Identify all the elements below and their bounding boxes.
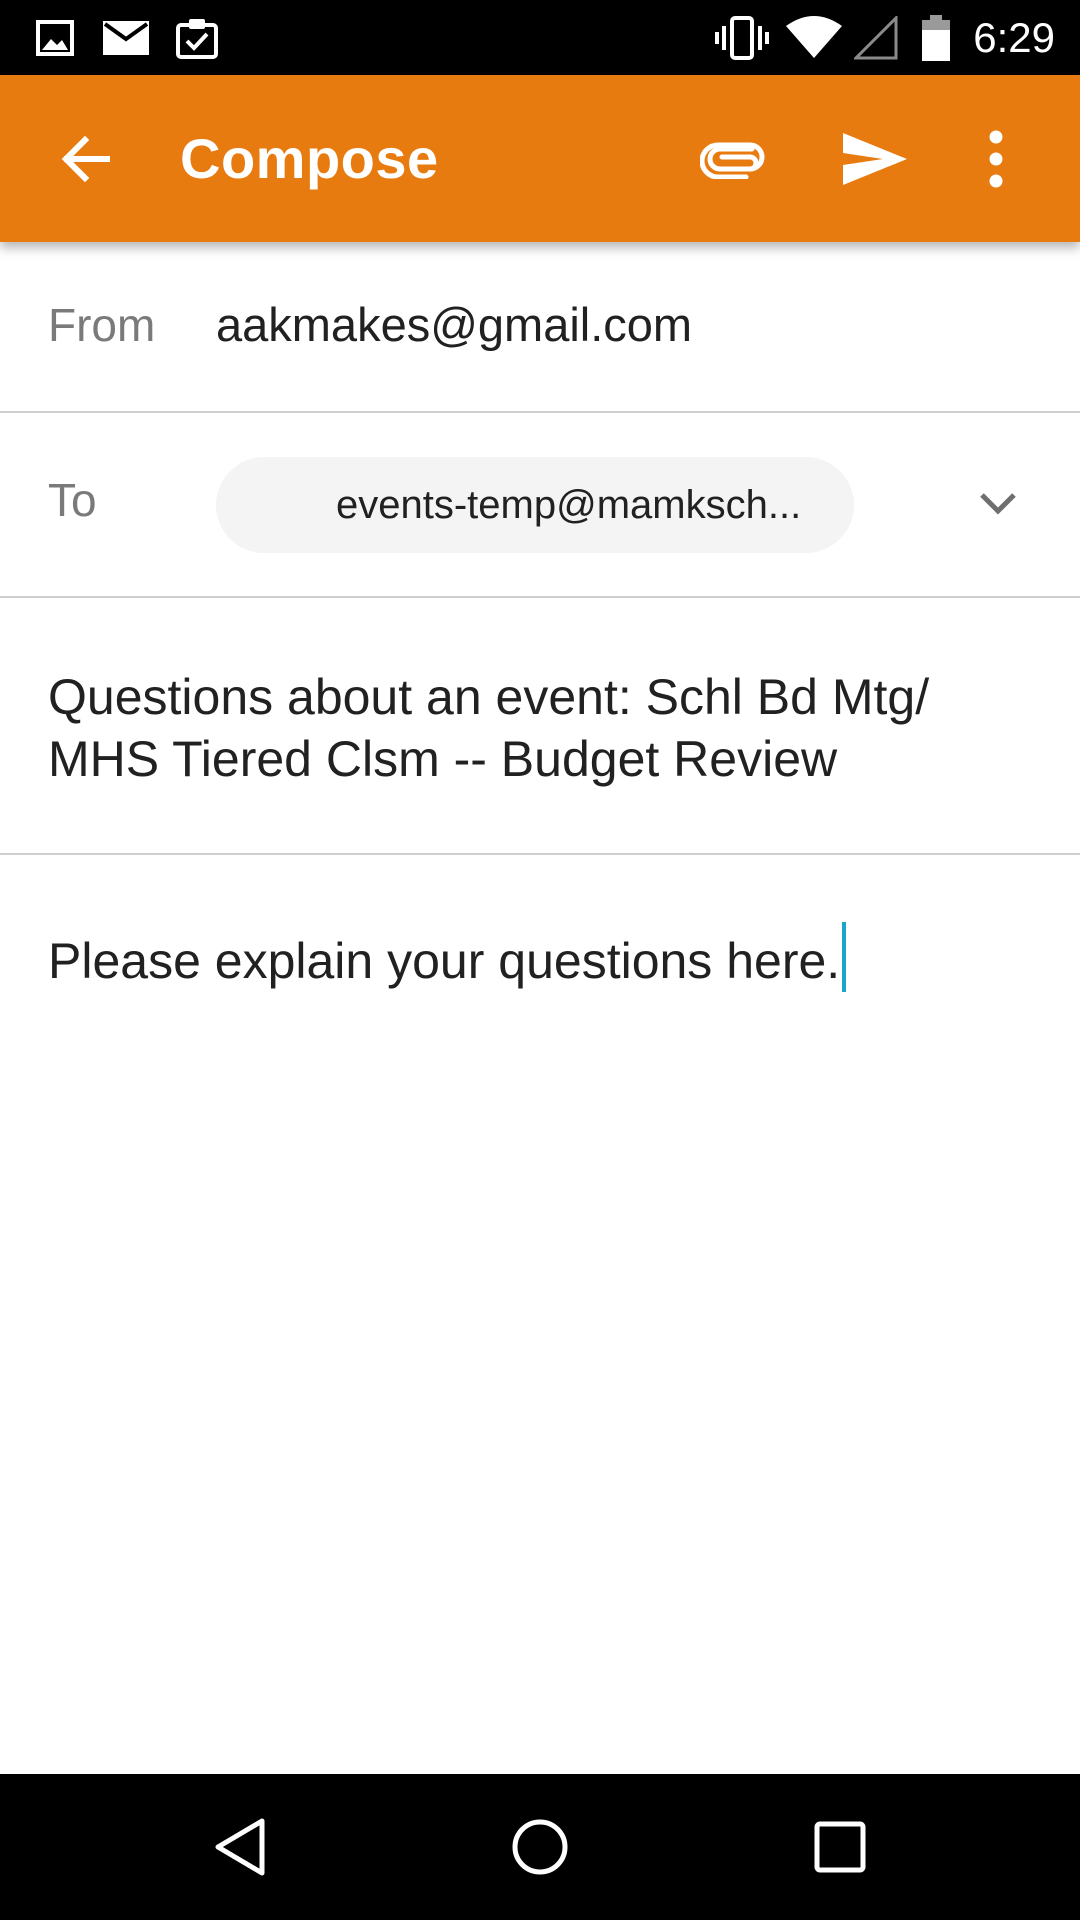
text-cursor	[842, 922, 847, 992]
subject-row: Questions about an event: Schl Bd Mtg/ M…	[0, 598, 1080, 855]
attach-icon[interactable]	[690, 75, 776, 242]
body-field[interactable]: Please explain your questions here.	[48, 922, 847, 992]
body-text: Please explain your questions here.	[48, 933, 841, 989]
battery-icon	[918, 14, 954, 62]
chevron-down-icon[interactable]	[960, 465, 1036, 541]
status-bar: 6:29	[0, 0, 1080, 75]
send-icon[interactable]	[830, 75, 920, 242]
recipient-address: events-temp@mamksch...	[336, 483, 802, 527]
page-title: Compose	[180, 127, 439, 190]
body-area[interactable]: Please explain your questions here.	[0, 857, 1080, 1774]
recipient-chip[interactable]: events-temp@mamksch...	[216, 457, 854, 553]
app-bar: Compose	[0, 75, 1080, 242]
clipboard-check-icon	[174, 14, 220, 62]
subject-field[interactable]: Questions about an event: Schl Bd Mtg/ M…	[48, 666, 1038, 790]
wifi-icon	[784, 14, 844, 62]
more-vert-icon[interactable]	[966, 75, 1026, 242]
mail-icon	[100, 14, 152, 62]
to-row: To events-temp@mamksch...	[0, 413, 1080, 598]
status-time: 6:29	[973, 14, 1055, 61]
signal-icon	[852, 14, 900, 62]
image-icon	[34, 14, 76, 62]
from-label: From	[48, 299, 156, 351]
recents-square-icon[interactable]	[750, 1774, 930, 1920]
to-label: To	[48, 474, 97, 526]
home-circle-icon[interactable]	[450, 1774, 630, 1920]
vibrate-icon	[712, 14, 772, 62]
from-account-selector[interactable]: aakmakes@gmail.com	[216, 297, 692, 352]
nav-bar	[0, 1774, 1080, 1920]
back-triangle-icon[interactable]	[150, 1774, 330, 1920]
from-row: From aakmakes@gmail.com	[0, 242, 1080, 413]
back-arrow-icon[interactable]	[40, 75, 130, 242]
